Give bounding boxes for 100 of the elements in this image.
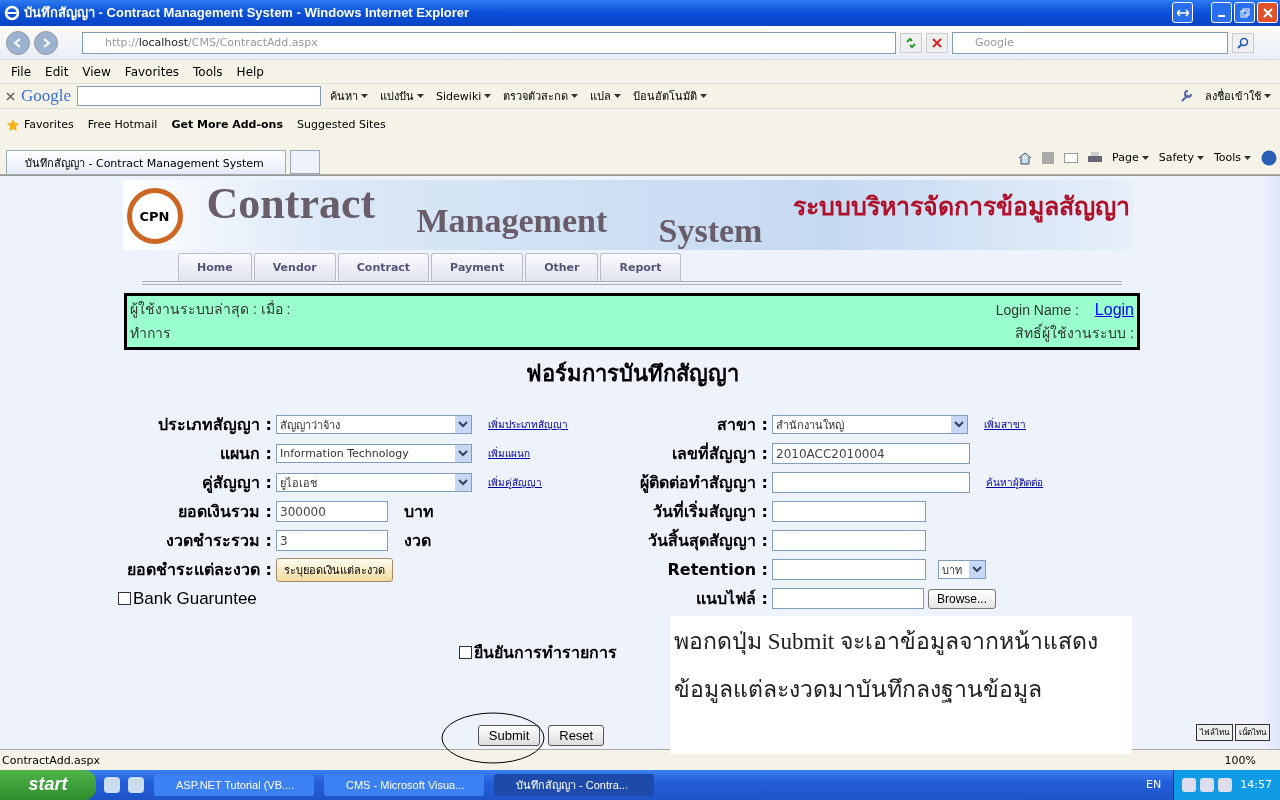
unit-dropdown[interactable]: บาท [938,560,986,580]
caret-icon [1244,155,1251,160]
nav-tab[interactable]: Report [600,253,681,282]
close-button[interactable] [1257,2,1278,24]
field-label: วันสิ้นสุดสัญญา : [618,528,768,554]
nav-tab[interactable]: Payment [431,253,524,282]
status-text: ContractAdd.aspx [2,753,101,767]
restore-button[interactable] [1234,2,1255,24]
back-button[interactable] [6,30,30,55]
quick-launch-icon[interactable] [104,777,120,793]
stop-button[interactable] [926,32,948,53]
sign-in-button[interactable]: ลงชื่อเข้าใช้ [1202,87,1274,106]
input-field[interactable]: 2010ACC2010004 [772,443,970,465]
menu-item[interactable]: Edit [38,64,76,79]
annotation-text: พอกดปุ่ม Submit จะเอาข้อมูลจากหน้าแสดงข้อมูลแต่ละงวดมาบันทึกลงฐานข้อมูล [670,616,1132,755]
widget-tab[interactable]: เน็ตไทน [1235,724,1270,742]
banner-title: Contract [206,180,376,230]
menu-item[interactable]: Favorites [117,64,187,79]
tray-icon[interactable] [1218,778,1233,792]
caret-icon [1264,94,1271,99]
form-button[interactable]: Submit [477,725,541,747]
nav-tab[interactable]: Other [525,253,599,282]
input-field[interactable]: 300000 [276,501,388,523]
form-button[interactable]: Reset [548,725,605,747]
caret-icon [571,94,579,99]
add-link[interactable]: เพิ่มประเภทสัญญา [488,417,568,433]
add-link[interactable]: เพิ่มแผนก [488,446,530,462]
favorites-link[interactable]: Suggested Sites [297,118,386,132]
minimize-button[interactable] [1211,2,1232,24]
toolbar-button[interactable]: แปล [587,87,625,106]
action-text: ทำการ [130,324,171,344]
field-label: วันที่เริ่มสัญญา : [652,499,768,524]
search-icon [1237,36,1249,49]
toolbar-button[interactable]: ค้นหา [327,87,372,106]
checkbox[interactable] [459,646,472,660]
compat-button[interactable] [1172,2,1193,24]
widget-tab[interactable]: ไฟล์ไทน [1196,724,1233,742]
input-field[interactable] [772,501,926,523]
input-field[interactable] [772,559,926,581]
forward-button[interactable] [34,30,58,55]
toolbar-button[interactable]: Sidewiki [433,89,495,103]
nav-tab[interactable]: Home [178,253,252,282]
close-icon[interactable] [6,91,15,101]
new-tab-button[interactable] [290,150,320,175]
favorites-link[interactable]: Get More Add-ons [171,118,283,132]
banner-thai-title: ระบบบริหารจัดการข้อมูลสัญญา [792,191,1130,225]
toolbar-search-field[interactable] [77,86,322,107]
star-icon [6,117,20,132]
clock: 14:57 [1240,778,1272,792]
field-label: ผู้ติดต่อทำสัญญา : [639,472,768,495]
tray-icon[interactable] [1200,778,1215,792]
dropdown[interactable]: สำนักงานใหญ่ [772,415,968,435]
link[interactable]: เพิ่มสาขา [984,417,1026,433]
dropdown[interactable]: สัญญาว่าจ้าง [276,415,472,435]
specify-amount-button[interactable]: ระบุยอดเงินแต่ละงวด [276,557,393,582]
menu-item[interactable]: File [4,64,39,79]
logo: CPN [126,188,183,245]
input-field[interactable] [772,472,970,494]
language-indicator[interactable]: EN [1146,778,1162,792]
caret-icon [484,94,492,99]
dropdown[interactable]: ยูไอเอช [276,473,472,493]
checkbox[interactable] [118,592,131,606]
toolbar-button[interactable]: ตรวจตัวสะกด [500,87,582,106]
add-link[interactable]: เพิ่มคู่สัญญา [488,475,542,491]
login-link[interactable]: Login [1094,301,1134,319]
menu-item[interactable]: View [75,64,118,79]
field-label: เลขที่สัญญา : [671,441,768,466]
input-field[interactable] [772,530,926,552]
unit-label: งวด [404,530,431,553]
search-button[interactable] [1232,32,1254,53]
input-field[interactable]: 3 [276,530,388,552]
favorites-button[interactable]: Favorites [6,117,74,132]
user-rights-label: สิทธิ์ผู้ใช้งานระบบ : [1015,322,1134,344]
browser-tab[interactable]: บันทึกสัญญา - Contract Management System [6,150,286,175]
favorites-link[interactable]: Free Hotmail [87,118,158,132]
browse-button[interactable]: Browse... [928,588,996,609]
tray-icon[interactable] [1182,778,1197,792]
field-label: Retention : [666,560,768,580]
zoom-level[interactable]: 100% [1224,753,1256,767]
taskbar-button[interactable]: บันทึกสัญญา - Contra... [494,774,654,796]
taskbar-button[interactable]: ASP.NET Tutorial (VB.... [154,774,314,796]
nav-tab[interactable]: Vendor [253,253,336,282]
command-button[interactable]: Safety [1155,151,1207,165]
menu-item[interactable]: Tools [186,64,230,79]
caret-icon [1196,155,1204,160]
file-field[interactable] [772,588,924,610]
command-button[interactable]: Tools [1210,151,1254,165]
dropdown[interactable]: Information Technology [276,444,472,464]
command-button[interactable]: Page [1109,151,1152,165]
address-field[interactable]: http://localhost/CMS/ContractAdd.aspx [82,31,896,54]
toolbar-button[interactable]: ป้อนอัตโนมัติ [630,87,711,106]
nav-tab[interactable]: Contract [337,253,430,282]
field-label: ยอดเงินรวม : [177,501,272,524]
taskbar-button[interactable]: CMS - Microsoft Visua... [324,774,484,796]
refresh-button[interactable] [900,32,922,53]
caret-icon [614,94,622,99]
toolbar-button[interactable]: แบ่งปัน [377,87,428,106]
menu-item[interactable]: Help [229,64,271,79]
quick-launch-icon[interactable] [128,777,144,793]
link[interactable]: ค้นหาผู้ติดต่อ [986,475,1043,491]
